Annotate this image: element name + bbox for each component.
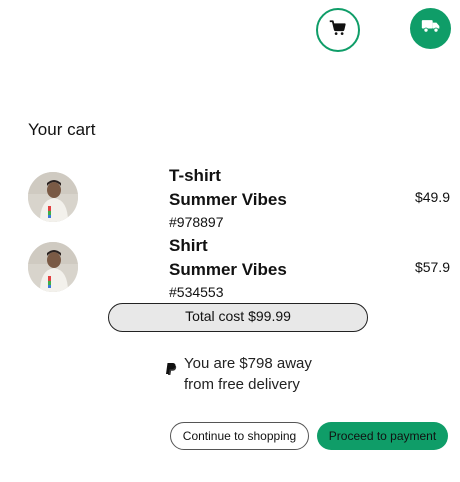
product-thumbnail <box>28 242 78 292</box>
item-name: Shirt <box>169 236 208 255</box>
cart-item: T-shirt Summer Vibes #978897 $49.9 <box>0 164 460 236</box>
cart-item: Shirt Summer Vibes #534553 $57.9 <box>0 234 460 306</box>
item-subtitle: Summer Vibes <box>169 190 287 209</box>
item-subtitle: Summer Vibes <box>169 260 287 279</box>
cart-icon <box>329 19 347 42</box>
continue-shopping-button[interactable]: Continue to shopping <box>170 422 309 450</box>
total-cost: Total cost $99.99 <box>108 303 368 332</box>
item-sku: #978897 <box>169 214 224 230</box>
product-thumbnail <box>28 172 78 222</box>
free-delivery-message: You are $798 away from free delivery <box>184 355 312 393</box>
item-price: $57.9 <box>414 259 450 275</box>
paypal-icon <box>165 362 177 376</box>
item-name: T-shirt <box>169 166 221 185</box>
delivery-button[interactable] <box>410 8 451 49</box>
truck-icon <box>421 18 441 39</box>
cart-button[interactable] <box>316 8 360 52</box>
proceed-to-payment-button[interactable]: Proceed to payment <box>317 422 448 450</box>
page-title: Your cart <box>28 120 96 139</box>
item-sku: #534553 <box>169 284 224 300</box>
total-cost-label: Total cost $99.99 <box>185 308 291 324</box>
item-price: $49.9 <box>414 189 450 205</box>
